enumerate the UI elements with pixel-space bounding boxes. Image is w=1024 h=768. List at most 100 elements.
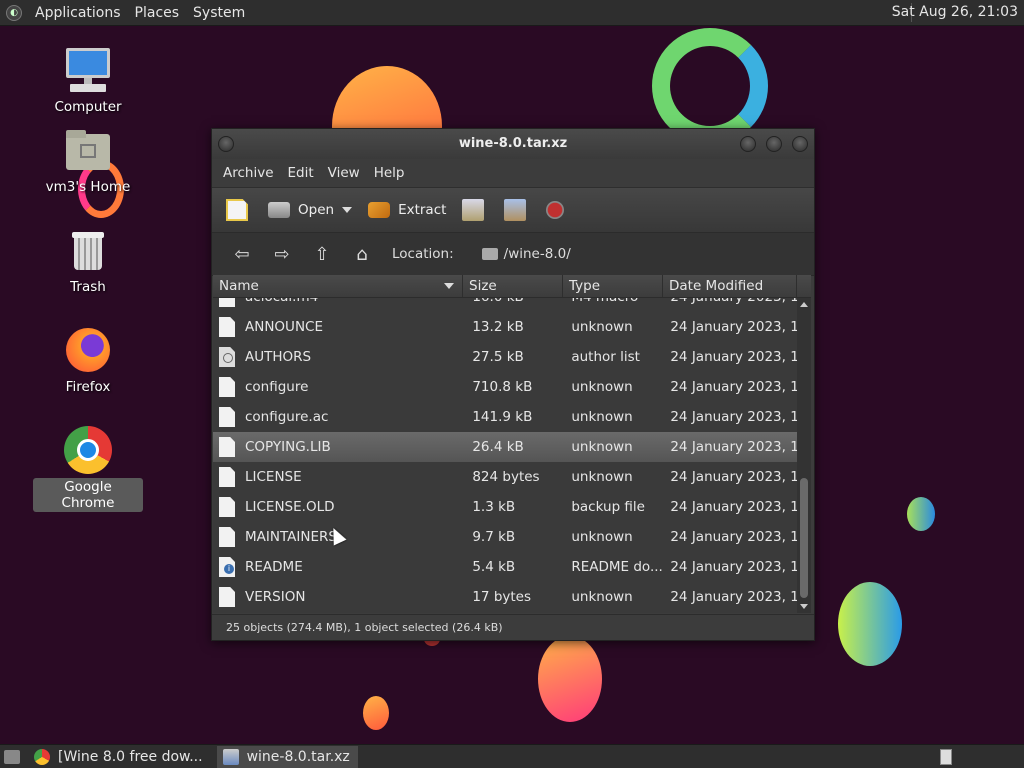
file-type: unknown: [571, 409, 633, 425]
decor-pink-orb: [538, 636, 602, 722]
show-desktop-icon[interactable]: [4, 750, 20, 764]
scroll-down-icon[interactable]: [800, 604, 808, 609]
menu-edit[interactable]: Edit: [281, 165, 321, 181]
file-type: README do...: [571, 559, 663, 575]
clock[interactable]: Sat Aug 26, 21:03: [892, 4, 1018, 20]
file-date: 24 January 2023, 1...: [670, 499, 797, 515]
column-header-size[interactable]: Size: [463, 275, 563, 297]
taskbar-item-browser[interactable]: [Wine 8.0 free dow...: [28, 746, 211, 768]
file-size: 13.2 kB: [472, 319, 524, 335]
up-arrow-icon[interactable]: ⇧: [302, 244, 342, 265]
menu-system[interactable]: System: [186, 5, 252, 21]
column-header-type[interactable]: Type: [563, 275, 663, 297]
desktop-icon-label: Google Chrome: [33, 478, 143, 512]
home-folder-icon: [64, 126, 112, 174]
menu-places[interactable]: Places: [128, 5, 187, 21]
table-row[interactable]: LICENSE 824 bytes unknown 24 January 2023, …: [213, 462, 797, 492]
menu-applications[interactable]: Applications: [28, 5, 128, 21]
location-bar: ⇦ ⇨ ⇧ ⌂ Location: /wine-8.0/: [212, 233, 814, 276]
file-name: configure.ac: [245, 409, 329, 425]
table-row[interactable]: AUTHORS 27.5 kB author list 24 January 2023…: [213, 342, 797, 372]
file-type: unknown: [571, 529, 633, 545]
desktop-icon-home[interactable]: vm3's Home: [33, 126, 143, 196]
home-icon[interactable]: ⌂: [342, 244, 382, 265]
file-date: 24 January 2023, 1...: [670, 589, 797, 605]
workspace-switcher[interactable]: [940, 749, 952, 765]
file-date: 24 January 2023, 1...: [670, 319, 797, 335]
maximize-button[interactable]: [766, 136, 782, 152]
back-arrow-icon[interactable]: ⇦: [222, 244, 262, 265]
chrome-icon: [64, 426, 112, 474]
close-button[interactable]: [792, 136, 808, 152]
add-files-button[interactable]: [456, 193, 498, 227]
file-name: README: [245, 559, 303, 575]
table-row[interactable]: aclocal.m4 16.0 kBM4 macro24 January 2023…: [213, 298, 797, 312]
desktop-icon-label: Computer: [54, 99, 122, 115]
decor-tiny-orange-orb: [363, 696, 389, 730]
script-file-icon: [219, 298, 235, 307]
file-name-cell: README: [213, 557, 466, 577]
folder-icon: [481, 248, 498, 260]
extract-button[interactable]: Extract: [362, 193, 452, 227]
file-name-cell: AUTHORS: [213, 347, 466, 367]
menu-archive[interactable]: Archive: [216, 165, 281, 181]
desktop-icon-firefox[interactable]: Firefox: [33, 326, 143, 396]
archive-manager-window[interactable]: wine-8.0.tar.xz Archive Edit View Help O…: [211, 128, 815, 641]
file-name: configure: [245, 379, 309, 395]
location-label: Location:: [392, 246, 454, 262]
file-size: 1.3 kB: [472, 499, 516, 515]
open-archive-icon: [268, 202, 290, 218]
minimize-button[interactable]: [740, 136, 756, 152]
column-type-label: Type: [569, 278, 601, 294]
dropdown-arrow-icon: [342, 207, 353, 213]
vertical-scrollbar[interactable]: [797, 298, 811, 613]
new-archive-button[interactable]: [220, 193, 262, 227]
add-folder-button[interactable]: [498, 193, 540, 227]
file-name-cell: LICENSE.OLD: [213, 497, 466, 517]
desktop-icon-chrome[interactable]: Google Chrome: [33, 426, 143, 512]
table-row[interactable]: VERSION 17 bytes unknown 24 January 2023, 1…: [213, 582, 797, 612]
location-path[interactable]: /wine-8.0/: [504, 246, 571, 262]
column-header-date[interactable]: Date Modified: [663, 275, 797, 297]
taskbar-item-archive[interactable]: wine-8.0.tar.xz: [216, 746, 358, 768]
file-list[interactable]: Name Size Type Date Modified aclocal.m4 1…: [213, 275, 811, 613]
menu-view[interactable]: View: [321, 165, 367, 181]
window-title: wine-8.0.tar.xz: [458, 136, 568, 151]
desktop-icon-trash[interactable]: Trash: [33, 226, 143, 296]
window-menu-button[interactable]: [218, 136, 234, 152]
distro-logo-icon[interactable]: ◐: [6, 4, 22, 21]
table-row[interactable]: ANNOUNCE 13.2 kB unknown 24 January 2023, 1…: [213, 312, 797, 342]
table-row[interactable]: MAINTAINERS 9.7 kB unknown 24 January 2023,…: [213, 522, 797, 552]
archive-icon: [222, 749, 239, 765]
file-icon: [219, 377, 235, 397]
chrome-icon: [34, 749, 50, 765]
desktop-icon-computer[interactable]: Computer: [33, 46, 143, 116]
window-titlebar[interactable]: wine-8.0.tar.xz: [212, 129, 814, 159]
file-date: 24 January 2023, 1...: [670, 349, 797, 365]
menubar: Archive Edit View Help: [212, 159, 814, 187]
file-name: ANNOUNCE: [245, 319, 323, 335]
stop-button[interactable]: [540, 193, 578, 227]
open-dropdown-button[interactable]: [340, 193, 362, 227]
file-icon: [219, 407, 235, 427]
column-header-name[interactable]: Name: [213, 275, 463, 297]
decor-small-blue-orb: [907, 497, 935, 531]
file-size: 824 bytes: [472, 469, 540, 485]
menu-help[interactable]: Help: [367, 165, 412, 181]
add-files-icon: [462, 199, 485, 221]
file-name-cell: LICENSE: [213, 467, 466, 487]
scrollbar-thumb[interactable]: [800, 478, 808, 598]
bottom-taskbar: [Wine 8.0 free dow... wine-8.0.tar.xz: [0, 744, 1024, 768]
file-list-header: Name Size Type Date Modified: [213, 275, 811, 298]
table-row[interactable]: LICENSE.OLD 1.3 kB backup file 24 January 2…: [213, 492, 797, 522]
sort-descending-icon: [444, 283, 454, 289]
table-row[interactable]: configure 710.8 kB unknown 24 January 2023,…: [213, 372, 797, 402]
scroll-up-icon[interactable]: [800, 302, 808, 307]
file-name: aclocal.m4: [245, 298, 318, 305]
file-name-cell: ANNOUNCE: [213, 317, 466, 337]
table-row[interactable]: configure.ac 141.9 kB unknown 24 January 20…: [213, 402, 797, 432]
table-row[interactable]: COPYING.LIB 26.4 kB unknown 24 January 2023…: [213, 432, 797, 462]
open-button[interactable]: Open: [262, 193, 340, 227]
forward-arrow-icon[interactable]: ⇨: [262, 244, 302, 265]
table-row[interactable]: README 5.4 kB README do... 24 January 2023,…: [213, 552, 797, 582]
